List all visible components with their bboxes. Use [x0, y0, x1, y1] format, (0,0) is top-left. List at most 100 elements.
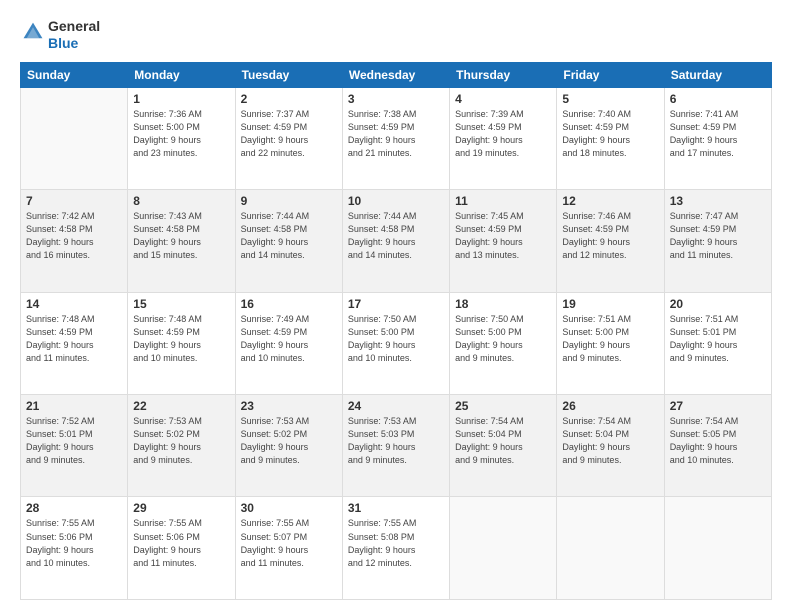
day-info: Sunrise: 7:42 AM Sunset: 4:58 PM Dayligh… — [26, 210, 122, 262]
calendar-cell: 13Sunrise: 7:47 AM Sunset: 4:59 PM Dayli… — [664, 190, 771, 292]
calendar-cell: 18 Sunrise: 7:50 AM Sunset: 5:00 PM Dayli… — [450, 292, 557, 394]
page: General Blue SundayMondayTuesdayWednesda… — [0, 0, 792, 612]
day-info: Sunrise: 7:54 AM Sunset: 5:04 PM Dayligh… — [562, 415, 658, 467]
calendar-cell: 25 Sunrise: 7:54 AM Sunset: 5:04 PM Dayli… — [450, 395, 557, 497]
day-info: Sunrise: 7:38 AM Sunset: 4:59 PM Dayligh… — [348, 108, 444, 160]
calendar-week-row: 7Sunrise: 7:42 AM Sunset: 4:58 PM Daylig… — [21, 190, 772, 292]
day-info: Sunrise: 7:45 AM Sunset: 4:59 PM Dayligh… — [455, 210, 551, 262]
day-number: 21 — [26, 399, 122, 413]
calendar-cell: 28 Sunrise: 7:55 AM Sunset: 5:06 PM Dayli… — [21, 497, 128, 600]
day-info: Sunrise: 7:55 AM Sunset: 5:06 PM Dayligh… — [133, 517, 229, 569]
day-info: Sunrise: 7:37 AM Sunset: 4:59 PM Dayligh… — [241, 108, 337, 160]
day-number: 18 — [455, 297, 551, 311]
day-info: Sunrise: 7:43 AM Sunset: 4:58 PM Dayligh… — [133, 210, 229, 262]
logo-icon — [22, 21, 44, 43]
day-info: Sunrise: 7:40 AM Sunset: 4:59 PM Dayligh… — [562, 108, 658, 160]
calendar-header-row: SundayMondayTuesdayWednesdayThursdayFrid… — [21, 62, 772, 87]
calendar-cell: 15Sunrise: 7:48 AM Sunset: 4:59 PM Dayli… — [128, 292, 235, 394]
calendar-cell — [21, 87, 128, 189]
day-info: Sunrise: 7:41 AM Sunset: 4:59 PM Dayligh… — [670, 108, 766, 160]
calendar-cell: 1Sunrise: 7:36 AM Sunset: 5:00 PM Daylig… — [128, 87, 235, 189]
day-number: 1 — [133, 92, 229, 106]
calendar-week-row: 21 Sunrise: 7:52 AM Sunset: 5:01 PM Dayli… — [21, 395, 772, 497]
day-number: 23 — [241, 399, 337, 413]
calendar-table: SundayMondayTuesdayWednesdayThursdayFrid… — [20, 62, 772, 600]
day-number: 13 — [670, 194, 766, 208]
logo-text-line2: Blue — [48, 35, 100, 52]
day-info: Sunrise: 7:55 AM Sunset: 5:06 PM Dayligh… — [26, 517, 122, 569]
day-number: 6 — [670, 92, 766, 106]
calendar-cell: 31 Sunrise: 7:55 AM Sunset: 5:08 PM Dayli… — [342, 497, 449, 600]
calendar-cell: 6 Sunrise: 7:41 AM Sunset: 4:59 PM Daylig… — [664, 87, 771, 189]
day-number: 9 — [241, 194, 337, 208]
calendar-cell: 9Sunrise: 7:44 AM Sunset: 4:58 PM Daylig… — [235, 190, 342, 292]
day-info: Sunrise: 7:52 AM Sunset: 5:01 PM Dayligh… — [26, 415, 122, 467]
calendar-cell: 4 Sunrise: 7:39 AM Sunset: 4:59 PM Daylig… — [450, 87, 557, 189]
day-number: 12 — [562, 194, 658, 208]
calendar-cell: 29 Sunrise: 7:55 AM Sunset: 5:06 PM Dayli… — [128, 497, 235, 600]
day-number: 25 — [455, 399, 551, 413]
calendar-cell: 19 Sunrise: 7:51 AM Sunset: 5:00 PM Dayli… — [557, 292, 664, 394]
day-info: Sunrise: 7:50 AM Sunset: 5:00 PM Dayligh… — [348, 313, 444, 365]
calendar-cell: 27Sunrise: 7:54 AM Sunset: 5:05 PM Dayli… — [664, 395, 771, 497]
calendar-week-row: 14Sunrise: 7:48 AM Sunset: 4:59 PM Dayli… — [21, 292, 772, 394]
day-info: Sunrise: 7:39 AM Sunset: 4:59 PM Dayligh… — [455, 108, 551, 160]
day-number: 29 — [133, 501, 229, 515]
day-number: 17 — [348, 297, 444, 311]
weekday-header-wednesday: Wednesday — [342, 62, 449, 87]
day-info: Sunrise: 7:53 AM Sunset: 5:02 PM Dayligh… — [133, 415, 229, 467]
calendar-week-row: 28 Sunrise: 7:55 AM Sunset: 5:06 PM Dayli… — [21, 497, 772, 600]
day-info: Sunrise: 7:54 AM Sunset: 5:05 PM Dayligh… — [670, 415, 766, 467]
weekday-header-thursday: Thursday — [450, 62, 557, 87]
calendar-cell: 17 Sunrise: 7:50 AM Sunset: 5:00 PM Dayli… — [342, 292, 449, 394]
calendar-cell: 21 Sunrise: 7:52 AM Sunset: 5:01 PM Dayli… — [21, 395, 128, 497]
calendar-week-row: 1Sunrise: 7:36 AM Sunset: 5:00 PM Daylig… — [21, 87, 772, 189]
day-info: Sunrise: 7:51 AM Sunset: 5:00 PM Dayligh… — [562, 313, 658, 365]
calendar-cell: 24Sunrise: 7:53 AM Sunset: 5:03 PM Dayli… — [342, 395, 449, 497]
day-info: Sunrise: 7:49 AM Sunset: 4:59 PM Dayligh… — [241, 313, 337, 365]
weekday-header-friday: Friday — [557, 62, 664, 87]
day-number: 31 — [348, 501, 444, 515]
calendar-cell — [664, 497, 771, 600]
day-number: 19 — [562, 297, 658, 311]
day-number: 15 — [133, 297, 229, 311]
day-number: 10 — [348, 194, 444, 208]
day-number: 3 — [348, 92, 444, 106]
day-number: 5 — [562, 92, 658, 106]
calendar-cell: 11 Sunrise: 7:45 AM Sunset: 4:59 PM Dayli… — [450, 190, 557, 292]
calendar-cell: 30Sunrise: 7:55 AM Sunset: 5:07 PM Dayli… — [235, 497, 342, 600]
calendar-cell: 22 Sunrise: 7:53 AM Sunset: 5:02 PM Dayli… — [128, 395, 235, 497]
day-number: 14 — [26, 297, 122, 311]
logo-text-line1: General — [48, 18, 100, 35]
day-info: Sunrise: 7:54 AM Sunset: 5:04 PM Dayligh… — [455, 415, 551, 467]
day-info: Sunrise: 7:55 AM Sunset: 5:08 PM Dayligh… — [348, 517, 444, 569]
weekday-header-monday: Monday — [128, 62, 235, 87]
calendar-cell: 7Sunrise: 7:42 AM Sunset: 4:58 PM Daylig… — [21, 190, 128, 292]
day-number: 28 — [26, 501, 122, 515]
calendar-cell: 20Sunrise: 7:51 AM Sunset: 5:01 PM Dayli… — [664, 292, 771, 394]
calendar-cell: 10 Sunrise: 7:44 AM Sunset: 4:58 PM Dayli… — [342, 190, 449, 292]
day-info: Sunrise: 7:44 AM Sunset: 4:58 PM Dayligh… — [348, 210, 444, 262]
calendar-cell: 26 Sunrise: 7:54 AM Sunset: 5:04 PM Dayli… — [557, 395, 664, 497]
weekday-header-tuesday: Tuesday — [235, 62, 342, 87]
calendar-cell: 23 Sunrise: 7:53 AM Sunset: 5:02 PM Dayli… — [235, 395, 342, 497]
calendar-cell: 14Sunrise: 7:48 AM Sunset: 4:59 PM Dayli… — [21, 292, 128, 394]
logo: General Blue — [20, 18, 100, 52]
day-number: 24 — [348, 399, 444, 413]
calendar-cell: 5 Sunrise: 7:40 AM Sunset: 4:59 PM Daylig… — [557, 87, 664, 189]
day-number: 8 — [133, 194, 229, 208]
day-number: 30 — [241, 501, 337, 515]
day-number: 4 — [455, 92, 551, 106]
calendar-cell: 8 Sunrise: 7:43 AM Sunset: 4:58 PM Daylig… — [128, 190, 235, 292]
day-number: 16 — [241, 297, 337, 311]
day-number: 22 — [133, 399, 229, 413]
day-number: 2 — [241, 92, 337, 106]
header: General Blue — [20, 18, 772, 52]
day-number: 26 — [562, 399, 658, 413]
day-number: 11 — [455, 194, 551, 208]
calendar-cell — [557, 497, 664, 600]
calendar-cell: 2 Sunrise: 7:37 AM Sunset: 4:59 PM Daylig… — [235, 87, 342, 189]
day-info: Sunrise: 7:50 AM Sunset: 5:00 PM Dayligh… — [455, 313, 551, 365]
day-info: Sunrise: 7:53 AM Sunset: 5:02 PM Dayligh… — [241, 415, 337, 467]
day-number: 20 — [670, 297, 766, 311]
